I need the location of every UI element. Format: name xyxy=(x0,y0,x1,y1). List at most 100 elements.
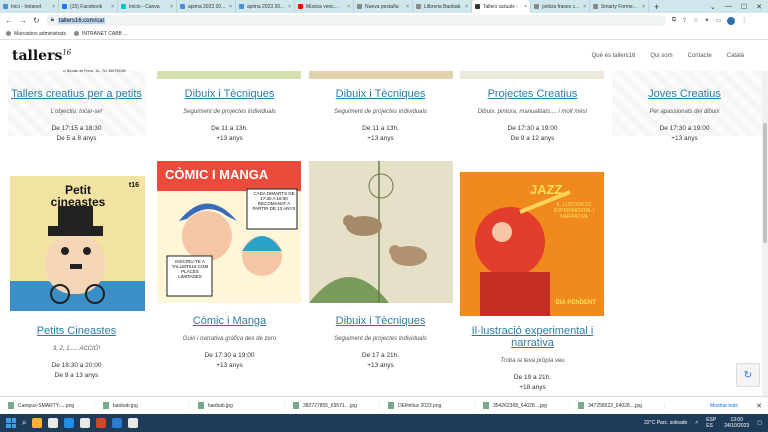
chrome-icon[interactable] xyxy=(48,418,59,428)
card-title-link[interactable]: Dibuix i Tècniques xyxy=(308,315,453,327)
tab-close-icon[interactable]: × xyxy=(111,4,114,10)
download-item[interactable]: 382727855_69571....jpg xyxy=(285,402,380,409)
download-item[interactable]: 347258522_64028....jpg xyxy=(570,402,665,409)
minimize-button[interactable]: — xyxy=(725,3,732,11)
notifications-icon[interactable]: ▢ xyxy=(757,420,762,426)
tab-close-icon[interactable]: × xyxy=(229,4,232,10)
close-downloads-button[interactable]: ✕ xyxy=(756,402,768,410)
card-age: De 9 a 13 anys xyxy=(54,372,99,379)
clock[interactable]: 13:00 24/10/2023 xyxy=(724,417,749,429)
browser-tab[interactable]: policia frases c... × xyxy=(531,0,590,13)
menu-language[interactable]: Català xyxy=(727,53,744,59)
card-age: De 5 a 8 anys xyxy=(56,135,97,142)
browser-tab[interactable]: Inici - Intranet × xyxy=(0,0,59,13)
file-icon xyxy=(388,402,394,409)
bookmark-star-icon[interactable]: ☆ xyxy=(693,17,698,25)
tab-list: Inici - Intranet × (15) Facebook × Inicio - … xyxy=(0,0,649,13)
chrome-profile-icon[interactable] xyxy=(80,418,91,428)
bookmark-managed[interactable]: Marcadors administrats xyxy=(6,31,66,37)
language-indicator[interactable]: ESP ES xyxy=(706,417,716,429)
tab-close-icon[interactable]: × xyxy=(288,4,291,10)
extensions-icon[interactable]: ✦ xyxy=(704,17,709,25)
browser-tab[interactable]: Tallers actuals - × xyxy=(472,0,531,13)
recaptcha-badge[interactable]: ↻ xyxy=(736,363,760,387)
comic-illustration xyxy=(157,161,301,303)
browser-tab[interactable]: Música venc... × xyxy=(295,0,354,13)
new-tab-button[interactable]: + xyxy=(649,2,664,12)
browser-tab[interactable]: apima 2023 20... × xyxy=(177,0,236,13)
download-item[interactable]: 354262368_64028....jpg xyxy=(475,402,570,409)
edge-icon[interactable] xyxy=(64,418,75,428)
weather-widget[interactable]: 22°C Parc. soleado xyxy=(644,420,687,426)
tab-close-icon[interactable]: × xyxy=(524,4,527,10)
poster-signup-text: INSCRIU-TE A TALLERS16.COM PLACES LIMITA… xyxy=(171,259,209,279)
browser-tab[interactable]: Inicio - Canva × xyxy=(118,0,177,13)
profile-avatar[interactable] xyxy=(727,16,736,25)
poster-illustracio-jazz[interactable]: JAZZ IL·LUSTRACIÓ EXPERIMENTAL I NARRATI… xyxy=(460,172,604,316)
card-comic-manga: Còmic i Manga Guió i narrativa gràfica d… xyxy=(157,315,302,369)
download-item[interactable]: baobab.jpg xyxy=(95,402,190,409)
site-logo[interactable]: tallers16 xyxy=(12,48,71,64)
file-icon xyxy=(198,402,204,409)
file-explorer-icon[interactable] xyxy=(32,418,43,428)
office-icon[interactable] xyxy=(96,418,107,428)
browser-tab[interactable]: Smarty Forme... × xyxy=(590,0,649,13)
poster-comic-manga[interactable]: CÒMIC I MANGA CADA DIMARTS DE 17:30 A 19… xyxy=(157,161,301,303)
card-title-link[interactable]: Còmic i Manga xyxy=(157,315,302,327)
maximize-button[interactable]: ☐ xyxy=(741,3,747,11)
tab-close-icon[interactable]: × xyxy=(170,4,173,10)
forward-button[interactable]: → xyxy=(19,16,27,25)
logo-number: 16 xyxy=(62,48,72,57)
tab-close-icon[interactable]: × xyxy=(465,4,468,10)
download-item[interactable]: DEfinitius 2023.png xyxy=(380,402,475,409)
browser-tab[interactable]: Nueva pestaña × xyxy=(354,0,413,13)
page-scrollbar[interactable] xyxy=(762,41,768,396)
search-icon[interactable]: ⌕ xyxy=(22,418,26,428)
back-button[interactable]: ← xyxy=(5,16,13,25)
word-icon[interactable] xyxy=(112,418,123,428)
tab-title: (15) Facebook xyxy=(70,3,103,10)
card-title-link[interactable]: Joves Creatius xyxy=(612,88,757,100)
menu-que-es[interactable]: Què és tallers16 xyxy=(592,53,636,59)
card-age: +13 anys xyxy=(216,362,243,369)
card-title-link[interactable]: Il·lustració experimental i narrativa xyxy=(460,325,605,349)
browser-menu-icon[interactable]: ⋮ xyxy=(741,17,747,25)
card-projectes: Projectes Creatius Dibuix, pintura, manu… xyxy=(460,88,605,142)
sidebar-icon[interactable]: ▭ xyxy=(715,17,721,25)
tab-search-icon[interactable]: ⌄ xyxy=(710,3,716,11)
share-icon[interactable]: ⇪ xyxy=(682,17,687,25)
translate-icon[interactable]: ⧉ xyxy=(672,17,676,25)
browser-tab[interactable]: (15) Facebook × xyxy=(59,0,118,13)
card-title-link[interactable]: Tallers creatius per a petits xyxy=(4,88,149,100)
url-text[interactable]: tallers16.com/ca/ xyxy=(57,17,106,24)
site-menu: Què és tallers16 Qui som Contacte Català xyxy=(592,53,768,59)
show-all-downloads-button[interactable]: Mostrar todo xyxy=(710,403,756,409)
poster-petits-cineastes[interactable]: Petit cineastes t16 xyxy=(10,176,145,311)
card-title-link[interactable]: Dibuix i Tècniques xyxy=(308,88,453,100)
card-schedule: De 17:30 a 19:00 xyxy=(204,352,255,359)
menu-contacte[interactable]: Contacte xyxy=(688,53,712,59)
reload-button[interactable]: ↻ xyxy=(33,16,40,25)
download-item[interactable]: baobab.jpg xyxy=(190,402,285,409)
url-bar[interactable]: 🔒︎ tallers16.com/ca/ xyxy=(45,15,666,26)
tray-arrow-icon[interactable]: ˄ xyxy=(695,420,698,426)
browser-tab[interactable]: Llibreria Baobab × xyxy=(413,0,472,13)
chrome-pinned-icon[interactable] xyxy=(128,418,139,428)
windows-start-icon[interactable] xyxy=(6,418,16,428)
card-title-link[interactable]: Dibuix i Tècniques xyxy=(157,88,302,100)
scrollbar-thumb[interactable] xyxy=(763,123,767,243)
tab-close-icon[interactable]: × xyxy=(583,4,586,10)
menu-qui-som[interactable]: Qui som xyxy=(650,53,672,59)
tab-close-icon[interactable]: × xyxy=(406,4,409,10)
bookmark-intranet[interactable]: INTRANET CABB ... xyxy=(73,31,127,37)
tab-close-icon[interactable]: × xyxy=(642,4,645,10)
poster-dibuix-birds[interactable] xyxy=(309,161,453,303)
card-title-link[interactable]: Projectes Creatius xyxy=(460,88,605,100)
download-item[interactable]: Campus-SMARTY-....png xyxy=(0,402,95,409)
browser-tab[interactable]: apima 2023 20... × xyxy=(236,0,295,13)
card-title-link[interactable]: Petits Cineastes xyxy=(4,325,149,337)
tab-close-icon[interactable]: × xyxy=(52,4,55,10)
tab-close-icon[interactable]: × xyxy=(347,4,350,10)
close-window-button[interactable]: ✕ xyxy=(756,3,762,11)
tab-title: Música venc... xyxy=(306,3,338,10)
